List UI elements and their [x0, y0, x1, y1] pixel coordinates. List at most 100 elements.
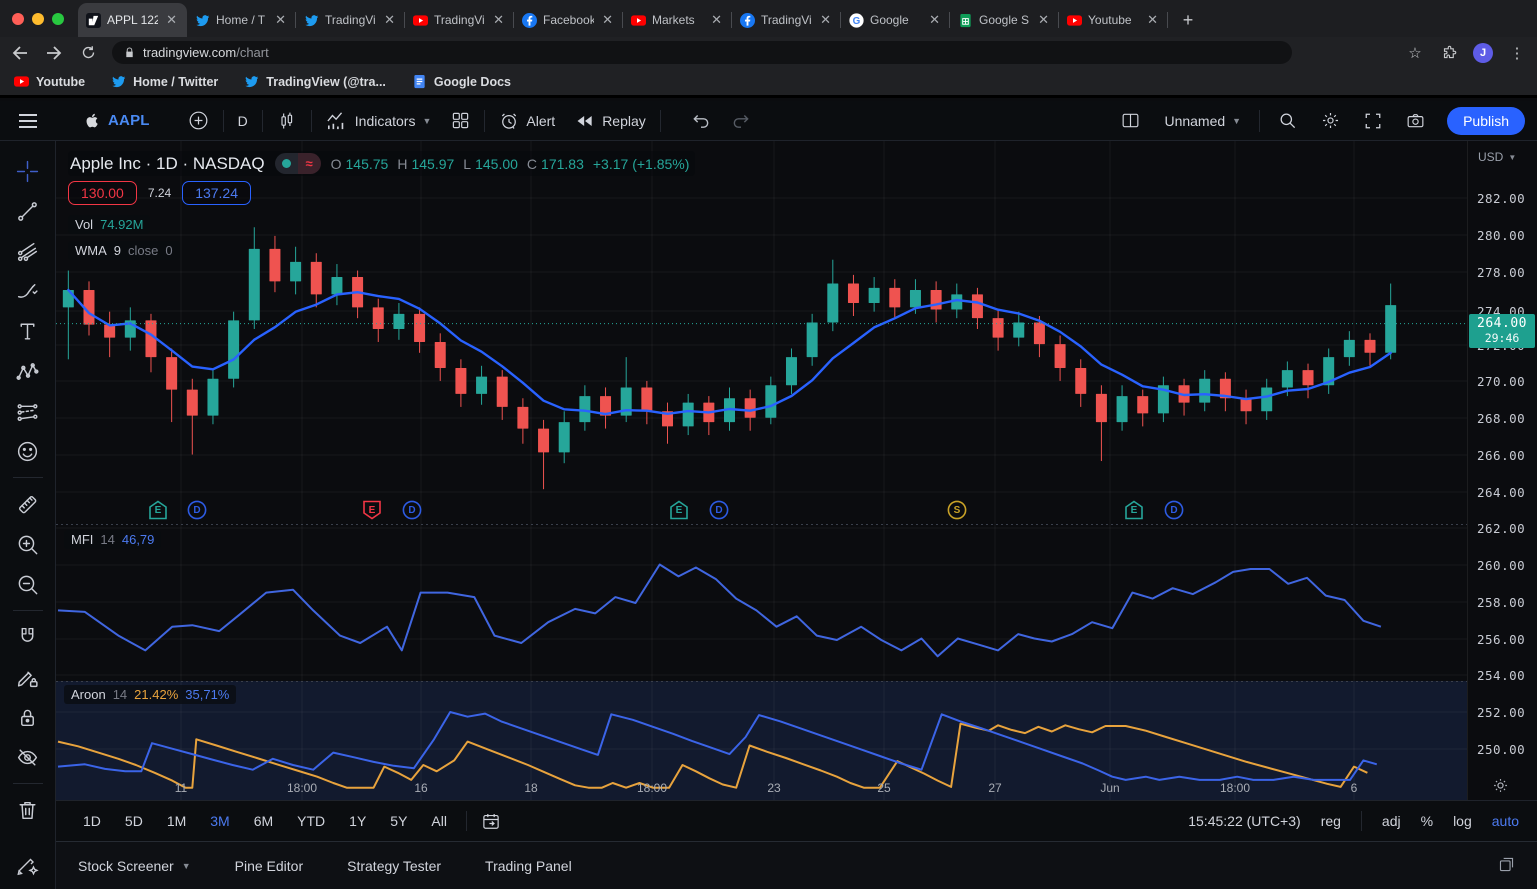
- maximize-window-button[interactable]: [52, 13, 64, 25]
- panel-expand-icon[interactable]: [1498, 856, 1515, 876]
- browser-tab-9[interactable]: Google S✕: [950, 3, 1059, 37]
- event-marker-d[interactable]: D: [402, 500, 422, 520]
- zoom-in-icon[interactable]: [9, 524, 47, 564]
- bottom-tab-stock-screener[interactable]: Stock Screener▼: [78, 858, 191, 874]
- event-marker-e[interactable]: E: [148, 500, 168, 520]
- browser-tab-5[interactable]: Facebook✕: [514, 3, 623, 37]
- drawing-mode-icon[interactable]: [9, 657, 47, 697]
- alert-button[interactable]: Alert: [489, 105, 565, 137]
- hide-drawings-icon[interactable]: [9, 737, 47, 777]
- theme-sun-icon[interactable]: [1492, 777, 1509, 798]
- screenshot-camera-icon[interactable]: [1396, 105, 1435, 137]
- browser-tab-3[interactable]: TradingVi✕: [296, 3, 405, 37]
- alert-price-low[interactable]: 130.00: [68, 181, 137, 205]
- pitchfork-icon[interactable]: [9, 231, 47, 271]
- tab-close-icon[interactable]: ✕: [382, 12, 397, 28]
- layout-templates-icon[interactable]: [441, 105, 480, 137]
- volume-legend[interactable]: Vol74.92M: [68, 215, 150, 234]
- range-button-3m[interactable]: 3M: [201, 809, 238, 833]
- event-marker-d[interactable]: D: [709, 500, 729, 520]
- tab-close-icon[interactable]: ✕: [164, 12, 179, 28]
- event-marker-e[interactable]: E: [1124, 500, 1144, 520]
- market-status-pill[interactable]: ≈: [275, 153, 321, 174]
- clock[interactable]: 15:45:22 (UTC+3): [1188, 813, 1300, 829]
- tab-close-icon[interactable]: ✕: [1036, 12, 1051, 28]
- fullscreen-icon[interactable]: [1354, 105, 1392, 137]
- range-button-5d[interactable]: 5D: [116, 809, 152, 833]
- tab-close-icon[interactable]: ✕: [927, 12, 942, 28]
- bookmark-star-icon[interactable]: ☆: [1405, 44, 1425, 62]
- reload-icon[interactable]: [78, 45, 98, 60]
- redo-icon[interactable]: [721, 105, 761, 137]
- go-to-date-icon[interactable]: [477, 805, 505, 837]
- bookmark-item-3[interactable]: TradingView (@tra...: [244, 74, 386, 89]
- bookmark-item-2[interactable]: Home / Twitter: [111, 74, 218, 89]
- browser-tab-7[interactable]: TradingVi✕: [732, 3, 841, 37]
- minimize-window-button[interactable]: [32, 13, 44, 25]
- currency-selector[interactable]: USD▼: [1478, 150, 1516, 164]
- chart-legend[interactable]: Apple Inc · 1D · NASDAQ ≈ O145.75 H145.9…: [68, 151, 695, 176]
- price-axis[interactable]: USD▼ 282.00280.00278.00274.00272.00270.0…: [1467, 141, 1537, 800]
- forecast-icon[interactable]: [9, 391, 47, 431]
- crosshair-icon[interactable]: [9, 151, 47, 191]
- chart-area[interactable]: Apple Inc · 1D · NASDAQ ≈ O145.75 H145.9…: [56, 141, 1467, 800]
- bottom-tab-pine-editor[interactable]: Pine Editor: [235, 858, 303, 874]
- text-icon[interactable]: [9, 311, 47, 351]
- trend-line-icon[interactable]: [9, 191, 47, 231]
- symbol-search-button[interactable]: AAPL: [74, 105, 160, 137]
- range-button-ytd[interactable]: YTD: [288, 809, 334, 833]
- magnet-icon[interactable]: [9, 617, 47, 657]
- publish-button[interactable]: Publish: [1447, 107, 1525, 135]
- tab-close-icon[interactable]: ✕: [709, 12, 724, 28]
- bookmark-item-4[interactable]: Google Docs: [412, 74, 511, 89]
- tab-close-icon[interactable]: ✕: [1145, 12, 1160, 28]
- event-marker-d[interactable]: D: [187, 500, 207, 520]
- main-menu-icon[interactable]: [8, 105, 48, 137]
- ruler-icon[interactable]: [9, 484, 47, 524]
- mfi-legend[interactable]: MFI1446,79: [64, 530, 161, 549]
- forward-icon[interactable]: [44, 46, 64, 60]
- range-button-1d[interactable]: 1D: [74, 809, 110, 833]
- tab-close-icon[interactable]: ✕: [818, 12, 833, 28]
- log-scale-toggle[interactable]: log: [1453, 813, 1472, 829]
- profile-avatar[interactable]: J: [1473, 43, 1493, 63]
- tab-close-icon[interactable]: ✕: [600, 12, 615, 28]
- replay-button[interactable]: Replay: [565, 105, 656, 137]
- emoji-icon[interactable]: [9, 431, 47, 471]
- auto-scale-toggle[interactable]: auto: [1492, 813, 1519, 829]
- browser-tab-10[interactable]: Youtube✕: [1059, 3, 1168, 37]
- range-button-1y[interactable]: 1Y: [340, 809, 375, 833]
- event-marker-d[interactable]: D: [1164, 500, 1184, 520]
- indicators-button[interactable]: Indicators ▼: [316, 105, 442, 137]
- aroon-legend[interactable]: Aroon1421.42%35,71%: [64, 685, 236, 704]
- wma-legend[interactable]: WMA9close0: [68, 241, 180, 260]
- browser-tab-1[interactable]: APPL 122✕: [78, 3, 187, 37]
- browser-tab-8[interactable]: GGoogle✕: [841, 3, 950, 37]
- url-input[interactable]: tradingview.com/chart: [112, 41, 1292, 64]
- browser-menu-icon[interactable]: ⋮: [1507, 44, 1527, 62]
- event-marker-s[interactable]: S: [947, 500, 967, 520]
- undo-icon[interactable]: [681, 105, 721, 137]
- price-chart-canvas[interactable]: [56, 141, 1467, 800]
- browser-tab-6[interactable]: Markets✕: [623, 3, 732, 37]
- new-tab-button[interactable]: +: [1174, 6, 1202, 34]
- alert-price-high[interactable]: 137.24: [182, 181, 251, 205]
- chart-settings-icon[interactable]: [1311, 105, 1350, 137]
- symbol-title[interactable]: Apple Inc · 1D · NASDAQ: [70, 154, 265, 174]
- close-window-button[interactable]: [12, 13, 24, 25]
- adjust-toggle[interactable]: adj: [1382, 813, 1401, 829]
- layout-name-button[interactable]: Unnamed▼: [1154, 105, 1251, 137]
- back-icon[interactable]: [10, 46, 30, 60]
- event-marker-e[interactable]: E: [669, 500, 689, 520]
- range-button-all[interactable]: All: [422, 809, 456, 833]
- range-button-1m[interactable]: 1M: [158, 809, 195, 833]
- interval-button[interactable]: D: [228, 105, 258, 137]
- range-button-5y[interactable]: 5Y: [381, 809, 416, 833]
- time-axis[interactable]: 1118:00161818:00232527Jun18:006: [56, 781, 1467, 799]
- brush-icon[interactable]: [9, 271, 47, 311]
- zoom-out-icon[interactable]: [9, 564, 47, 604]
- remove-drawings-icon[interactable]: [9, 790, 47, 830]
- layout-select-icon[interactable]: [1111, 105, 1150, 137]
- browser-tab-2[interactable]: Home / T✕: [187, 3, 296, 37]
- chart-type-icon[interactable]: [267, 105, 307, 137]
